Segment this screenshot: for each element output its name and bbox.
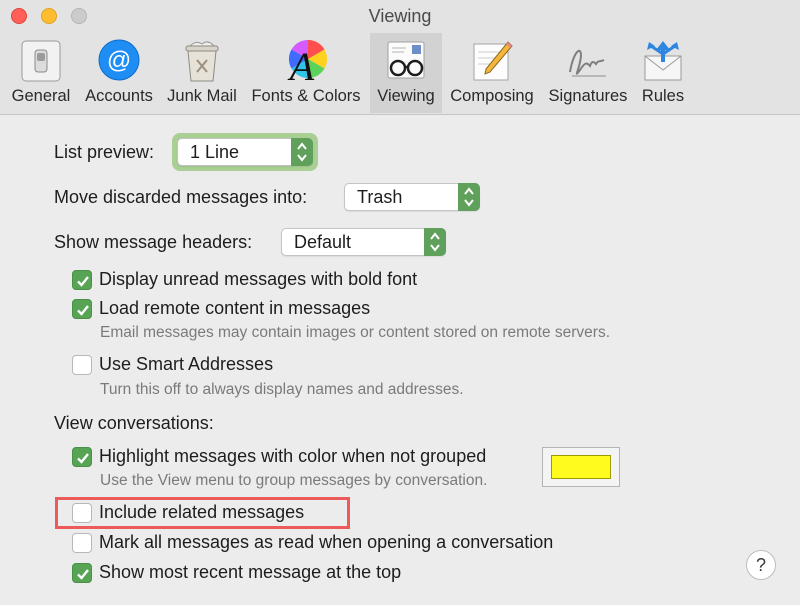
window-title: Viewing bbox=[368, 6, 432, 26]
tab-rules[interactable]: Rules bbox=[636, 33, 690, 113]
remote-content-checkbox[interactable] bbox=[72, 299, 92, 319]
move-discarded-label: Move discarded messages into: bbox=[54, 187, 308, 207]
tab-signatures[interactable]: Signatures bbox=[542, 33, 634, 113]
trash-can-icon bbox=[178, 38, 226, 84]
tab-junk-mail-label: Junk Mail bbox=[167, 87, 237, 105]
switch-icon bbox=[17, 38, 65, 84]
remote-content-note: Email messages may contain images or con… bbox=[100, 324, 611, 341]
svg-text:@: @ bbox=[107, 47, 131, 74]
popup-stepper-icon bbox=[291, 138, 313, 166]
checkmark-icon bbox=[77, 569, 89, 580]
mark-all-read-checkbox[interactable] bbox=[72, 533, 92, 553]
checkmark-icon bbox=[77, 276, 89, 287]
highlight-annotation-box bbox=[55, 497, 350, 529]
color-wheel-font-icon: A bbox=[282, 38, 330, 89]
tab-signatures-label: Signatures bbox=[548, 87, 628, 105]
title-bar: Viewing General @ Accounts Junk Mail A F… bbox=[0, 0, 800, 115]
tab-viewing-label: Viewing bbox=[377, 87, 435, 105]
pencil-paper-icon bbox=[468, 38, 516, 84]
tab-general-label: General bbox=[11, 87, 71, 105]
mark-all-read-label: Mark all messages as read when opening a… bbox=[99, 532, 554, 552]
svg-text:A: A bbox=[287, 44, 315, 84]
most-recent-top-checkbox[interactable] bbox=[72, 563, 92, 583]
tab-fonts-colors-label: Fonts & Colors bbox=[251, 87, 361, 105]
tab-composing-label: Composing bbox=[450, 87, 534, 105]
rules-envelope-icon bbox=[639, 38, 687, 84]
tab-rules-label: Rules bbox=[641, 87, 685, 105]
bold-unread-label: Display unread messages with bold font bbox=[99, 269, 418, 289]
popup-stepper-icon bbox=[424, 228, 446, 256]
tab-fonts-colors[interactable]: A Fonts & Colors bbox=[246, 33, 366, 113]
show-headers-value: Default bbox=[294, 232, 352, 252]
remote-content-label: Load remote content in messages bbox=[99, 298, 371, 318]
move-discarded-popup[interactable]: Trash bbox=[344, 183, 480, 211]
tab-viewing[interactable]: Viewing bbox=[370, 33, 442, 113]
tab-accounts-label: Accounts bbox=[85, 87, 153, 105]
smart-addresses-checkbox[interactable] bbox=[72, 355, 92, 375]
tab-junk-mail[interactable]: Junk Mail bbox=[162, 33, 242, 113]
highlight-color-label: Highlight messages with color when not g… bbox=[99, 446, 487, 466]
show-headers-label: Show message headers: bbox=[54, 232, 253, 252]
most-recent-top-label: Show most recent message at the top bbox=[99, 562, 402, 582]
smart-addresses-note: Turn this off to always display names an… bbox=[100, 381, 464, 398]
show-headers-popup[interactable]: Default bbox=[281, 228, 446, 256]
view-conversations-heading: View conversations: bbox=[54, 413, 214, 433]
bold-unread-checkbox[interactable] bbox=[72, 270, 92, 290]
tab-general[interactable]: General bbox=[4, 33, 78, 113]
highlight-color-note: Use the View menu to group messages by c… bbox=[100, 472, 488, 489]
move-discarded-value: Trash bbox=[357, 187, 403, 207]
highlight-color-well[interactable] bbox=[542, 447, 620, 487]
list-preview-label: List preview: bbox=[54, 142, 155, 162]
tab-accounts[interactable]: @ Accounts bbox=[80, 33, 158, 113]
help-button[interactable]: ? bbox=[746, 550, 776, 580]
list-preview-popup[interactable]: 1 Line bbox=[177, 138, 313, 166]
preferences-window: Viewing General @ Accounts Junk Mail A F… bbox=[0, 0, 800, 605]
checkmark-icon bbox=[77, 453, 89, 464]
popup-stepper-icon bbox=[458, 183, 480, 211]
at-sign-icon: @ bbox=[95, 38, 143, 84]
list-preview-value: 1 Line bbox=[190, 142, 240, 162]
smart-addresses-label: Use Smart Addresses bbox=[99, 354, 274, 374]
highlight-color-checkbox[interactable] bbox=[72, 447, 92, 467]
highlight-color-swatch bbox=[551, 455, 611, 479]
checkmark-icon bbox=[77, 305, 89, 316]
glasses-envelope-icon bbox=[382, 38, 430, 84]
tab-composing[interactable]: Composing bbox=[446, 33, 538, 113]
signature-icon bbox=[564, 38, 612, 84]
